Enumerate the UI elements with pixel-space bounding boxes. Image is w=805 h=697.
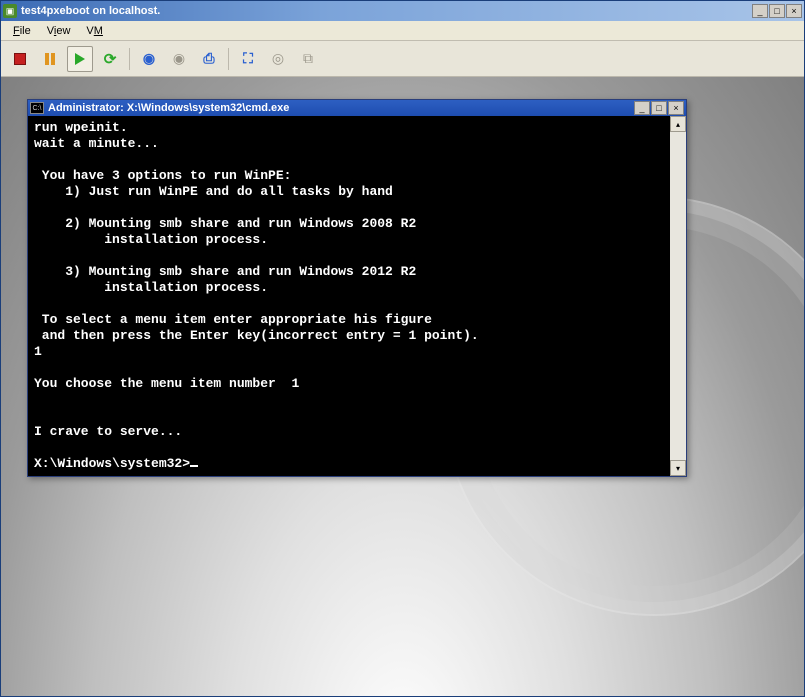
cmd-output[interactable]: run wpeinit. wait a minute... You have 3… xyxy=(28,116,670,476)
cdrom-button[interactable]: ◎ xyxy=(265,46,291,72)
menu-vm[interactable]: VM xyxy=(78,23,111,39)
cmd-maximize-button[interactable]: □ xyxy=(651,101,667,115)
camera-icon: ◉ xyxy=(143,50,155,67)
toolbar: ⟳ ◉ ◉ ⎙ ⛶ ◎ ⧉ xyxy=(1,41,804,77)
vmware-icon: ▣ xyxy=(3,4,17,18)
cmd-window-controls: _ □ × xyxy=(634,101,684,115)
disc-icon: ◎ xyxy=(272,50,284,67)
cmd-close-button[interactable]: × xyxy=(668,101,684,115)
device-icon: ⧉ xyxy=(303,50,313,67)
revert-button[interactable]: ◉ xyxy=(166,46,192,72)
folder-icon: ⎙ xyxy=(203,50,214,67)
toolbar-separator xyxy=(129,48,130,70)
scroll-up-button[interactable]: ▴ xyxy=(670,116,686,132)
cmd-scrollbar[interactable]: ▴ ▾ xyxy=(670,116,686,476)
scroll-track[interactable] xyxy=(670,132,686,460)
cmd-titlebar[interactable]: C:\ Administrator: X:\Windows\system32\c… xyxy=(28,100,686,116)
cursor xyxy=(190,465,198,467)
toolbar-separator-2 xyxy=(228,48,229,70)
pause-icon xyxy=(45,53,55,65)
cmd-minimize-button[interactable]: _ xyxy=(634,101,650,115)
menu-view[interactable]: View xyxy=(39,23,79,39)
pause-button[interactable] xyxy=(37,46,63,72)
menu-file[interactable]: File xyxy=(5,23,39,39)
cmd-icon: C:\ xyxy=(30,102,44,114)
play-button[interactable] xyxy=(67,46,93,72)
fullscreen-button[interactable]: ⛶ xyxy=(235,46,261,72)
play-icon xyxy=(75,53,85,65)
cmd-body: run wpeinit. wait a minute... You have 3… xyxy=(28,116,686,476)
snapshot-button[interactable]: ◉ xyxy=(136,46,162,72)
reset-button[interactable]: ⟳ xyxy=(97,46,123,72)
manage-snapshot-button[interactable]: ⎙ xyxy=(196,46,222,72)
menubar: File View VM xyxy=(1,21,804,41)
outer-title: test4pxeboot on localhost. xyxy=(21,5,752,17)
outer-window-controls: _ □ × xyxy=(752,4,802,18)
cmd-title: Administrator: X:\Windows\system32\cmd.e… xyxy=(48,102,634,114)
close-button[interactable]: × xyxy=(786,4,802,18)
stop-icon xyxy=(14,53,26,65)
stop-button[interactable] xyxy=(7,46,33,72)
maximize-button[interactable]: □ xyxy=(769,4,785,18)
vmware-console-window: ▣ test4pxeboot on localhost. _ □ × File … xyxy=(0,0,805,697)
cmd-window: C:\ Administrator: X:\Windows\system32\c… xyxy=(27,99,687,477)
fullscreen-icon: ⛶ xyxy=(243,50,253,67)
revert-icon: ◉ xyxy=(173,50,185,67)
guest-desktop[interactable]: C:\ Administrator: X:\Windows\system32\c… xyxy=(1,77,804,696)
outer-titlebar[interactable]: ▣ test4pxeboot on localhost. _ □ × xyxy=(1,1,804,21)
minimize-button[interactable]: _ xyxy=(752,4,768,18)
floppy-button[interactable]: ⧉ xyxy=(295,46,321,72)
scroll-down-button[interactable]: ▾ xyxy=(670,460,686,476)
refresh-icon: ⟳ xyxy=(104,50,117,68)
